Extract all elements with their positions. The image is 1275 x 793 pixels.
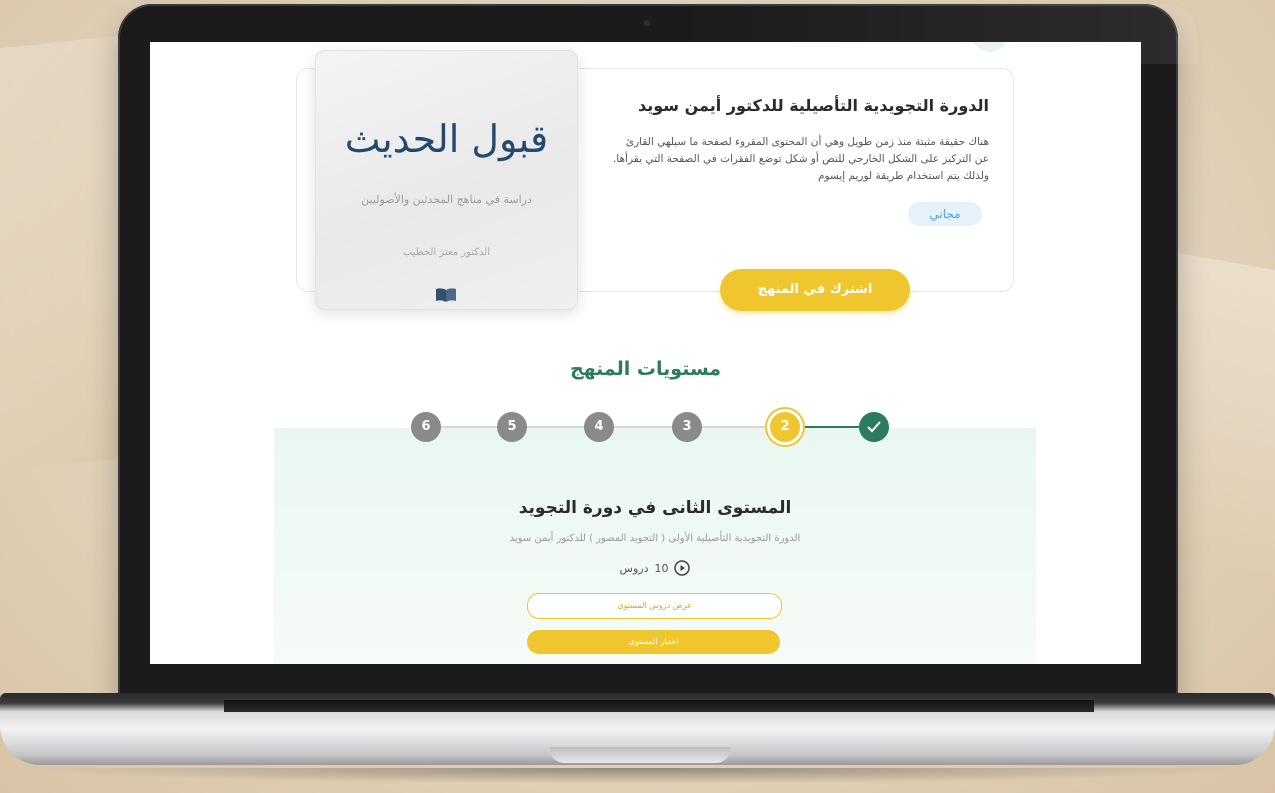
- level-title: المستوى الثانى في دورة التجويد: [518, 498, 792, 518]
- subscribe-button[interactable]: اشترك في المنهج: [720, 269, 910, 311]
- course-cover-image[interactable]: قبول الحديث دراسة في مناهج المحدثين والأ…: [315, 50, 578, 310]
- course-title: الدورة التجويدية التأصيلية للدكتور أيمن …: [637, 96, 989, 115]
- level-test-button[interactable]: اختبار المستوى: [527, 630, 780, 654]
- lessons-number: 10: [654, 561, 669, 575]
- level-description: الدورة التجويدية التأصيلية الأولى ( التج…: [509, 533, 801, 544]
- laptop-hinge: [224, 700, 1094, 712]
- level-step-4[interactable]: 4: [584, 412, 614, 442]
- levels-heading: مستويات المنهج: [569, 358, 722, 380]
- play-circle-icon: [674, 560, 691, 576]
- cover-subtitle: دراسة في مناهج المحدثين والأصوليين: [361, 193, 532, 206]
- price-badge: مجاني: [908, 202, 982, 226]
- level-step-5[interactable]: 5: [497, 412, 527, 442]
- laptop-screen: قبول الحديث دراسة في مناهج المحدثين والأ…: [150, 42, 1141, 664]
- cover-author: الدكتور معتز الخطيب: [402, 247, 491, 258]
- level-details-panel: [274, 428, 1036, 664]
- webcam: [644, 20, 650, 26]
- level-step-6[interactable]: 6: [411, 412, 441, 442]
- level-step-3[interactable]: 3: [672, 412, 702, 442]
- open-book-icon: [436, 288, 456, 302]
- course-description: هناك حقيقة مثبتة منذ زمن طويل وهي أن الم…: [612, 136, 989, 182]
- level-step-1-completed[interactable]: [859, 412, 889, 442]
- lessons-label: دروس: [619, 561, 649, 575]
- laptop-notch: [550, 747, 730, 763]
- view-level-lessons-button[interactable]: عرض دروس المستوى: [527, 593, 782, 619]
- checkmark-icon: [867, 421, 881, 433]
- lessons-count: 10 دروس: [574, 558, 736, 578]
- cover-title: قبول الحديث: [344, 117, 549, 161]
- laptop-shadow: [30, 768, 1245, 784]
- top-decoration: [972, 42, 1008, 52]
- level-step-2[interactable]: 2: [767, 409, 803, 445]
